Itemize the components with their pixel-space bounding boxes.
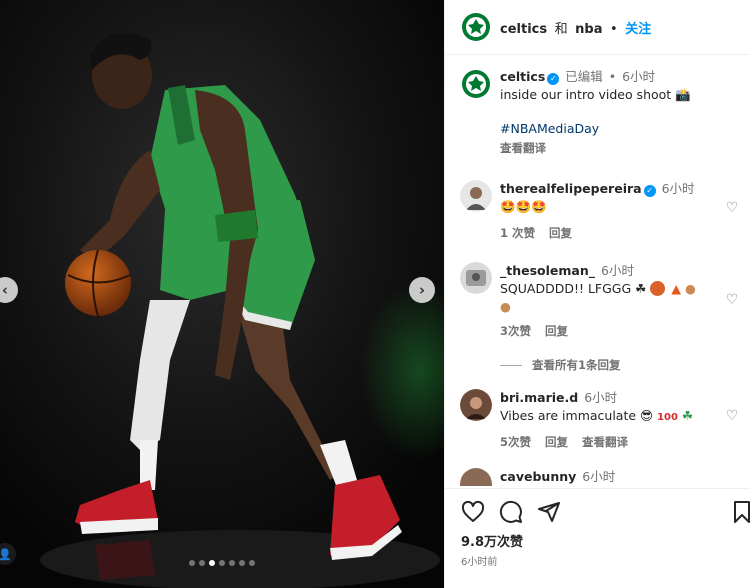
like-heart-icon[interactable]	[461, 500, 485, 524]
flexed-biceps-emoji-icon: ●	[684, 281, 696, 296]
clover-emoji-icon: ☘	[681, 408, 694, 423]
comments-list[interactable]: celtics ✓ 已编辑 • 6小时 inside our intro vide…	[445, 56, 750, 486]
celtics-logo-icon	[460, 68, 492, 100]
caption-username[interactable]: celtics	[500, 69, 545, 84]
user-avatar[interactable]	[460, 180, 492, 212]
carousel-dot	[239, 560, 245, 566]
user-avatar[interactable]	[460, 468, 492, 486]
caption-edited: 已编辑	[565, 69, 603, 84]
celtics-avatar[interactable]	[460, 11, 492, 43]
comment-text: Vibes are immaculate	[500, 408, 637, 423]
post-time[interactable]: 6小时前	[445, 553, 750, 568]
instagram-post-dialog: ‹ › 👤 celtics 和 nba • 关注 celtics ✓ 已编辑 •…	[0, 0, 750, 588]
like-comment-heart-icon[interactable]: ♡	[724, 200, 740, 216]
carousel-dot	[229, 560, 235, 566]
celtics-logo-icon	[460, 11, 492, 43]
carousel-indicator	[0, 560, 444, 566]
bookmark-icon[interactable]	[730, 500, 750, 524]
user-avatar[interactable]	[460, 389, 492, 421]
comment-likes[interactable]: 5次赞	[500, 433, 531, 451]
view-replies-label[interactable]: 查看所有1条回复	[532, 357, 621, 373]
post-actions: 9.8万次赞 6小时前	[445, 488, 750, 568]
post-header: celtics 和 nba • 关注	[445, 0, 750, 55]
reply-button[interactable]: 回复	[549, 224, 572, 242]
reply-button[interactable]: 回复	[545, 433, 568, 451]
caption-item: celtics ✓ 已编辑 • 6小时 inside our intro vide…	[460, 68, 750, 157]
clover-emoji-icon: ☘	[635, 281, 647, 296]
comment-item: bri.marie.d 6小时 Vibes are immaculate 😎 1…	[460, 389, 750, 451]
verified-badge-icon: ✓	[643, 185, 656, 197]
comment-username[interactable]: therealfelipepereira	[500, 181, 642, 196]
comment-time[interactable]: 6小时	[584, 390, 617, 405]
comment-time[interactable]: 6小时	[601, 263, 634, 278]
comment-likes[interactable]: 3次赞	[500, 322, 531, 340]
comment-text: SQUADDDD!! LFGGG	[500, 281, 632, 296]
comment-likes[interactable]: 1 次赞	[500, 224, 535, 242]
avatar-image	[460, 389, 492, 421]
post-side-panel: celtics 和 nba • 关注 celtics ✓ 已编辑 • 6小时 i…	[444, 0, 750, 588]
carousel-dot	[219, 560, 225, 566]
celtics-avatar[interactable]	[460, 68, 492, 100]
carousel-dot	[249, 560, 255, 566]
comment-bubble-icon[interactable]	[499, 500, 523, 524]
header-account-celtics[interactable]: celtics	[500, 22, 547, 37]
reply-button[interactable]: 回复	[545, 322, 568, 340]
divider	[500, 364, 522, 366]
view-replies-button[interactable]: 查看所有1条回复	[500, 357, 621, 373]
carousel-dot	[189, 560, 195, 566]
like-comment-heart-icon[interactable]: ♡	[724, 292, 740, 308]
flexed-biceps-emoji-icon: ●	[500, 299, 511, 314]
avatar-image	[460, 262, 492, 294]
hashtag-link[interactable]: #NBAMediaDay	[500, 120, 750, 138]
avatar-image	[460, 468, 492, 486]
caption-dot: •	[608, 69, 617, 84]
basketball-emoji-icon	[650, 281, 666, 296]
see-translation-button[interactable]: 查看翻译	[500, 139, 546, 157]
header-joiner: 和	[554, 21, 568, 37]
next-slide-button[interactable]: ›	[409, 277, 435, 303]
share-send-icon[interactable]	[537, 500, 561, 524]
post-media[interactable]: ‹ › 👤	[0, 0, 444, 588]
post-photo	[0, 0, 444, 588]
sunglasses-emoji-icon: 😎	[640, 408, 654, 423]
header-account-nba[interactable]: nba	[575, 22, 602, 37]
verified-badge-icon: ✓	[547, 73, 560, 85]
header-accounts: celtics 和 nba • 关注	[500, 18, 651, 37]
comment-username[interactable]: _thesoleman_	[500, 263, 595, 278]
header-dot: •	[610, 21, 618, 37]
fire-emoji-icon: ▲	[671, 281, 681, 296]
comment-time[interactable]: 6小时	[582, 469, 615, 484]
caption-time[interactable]: 6小时	[622, 69, 655, 84]
see-translation-button[interactable]: 查看翻译	[582, 433, 628, 451]
hundred-emoji-icon: 100	[657, 412, 678, 423]
follow-button[interactable]: 关注	[625, 22, 651, 37]
avatar-image	[460, 180, 492, 212]
carousel-dot	[199, 560, 205, 566]
comment-item: _thesoleman_ 6小时 SQUADDDD!! LFGGG ☘ ▲ ● …	[460, 262, 750, 340]
comment-username[interactable]: cavebunny	[500, 469, 576, 484]
comment-time[interactable]: 6小时	[662, 181, 695, 196]
comment-username[interactable]: bri.marie.d	[500, 390, 578, 405]
comment-item: therealfelipepereira ✓ 6小时 🤩🤩🤩 1 次赞 回复	[460, 180, 750, 242]
user-avatar[interactable]	[460, 262, 492, 294]
like-comment-heart-icon[interactable]: ♡	[724, 408, 740, 424]
comment-text: 🤩🤩🤩	[500, 199, 547, 214]
caption-text: inside our intro video shoot 📸	[500, 87, 691, 102]
carousel-dot-active	[209, 560, 215, 566]
comment-item: cavebunny 6小时	[460, 468, 750, 486]
